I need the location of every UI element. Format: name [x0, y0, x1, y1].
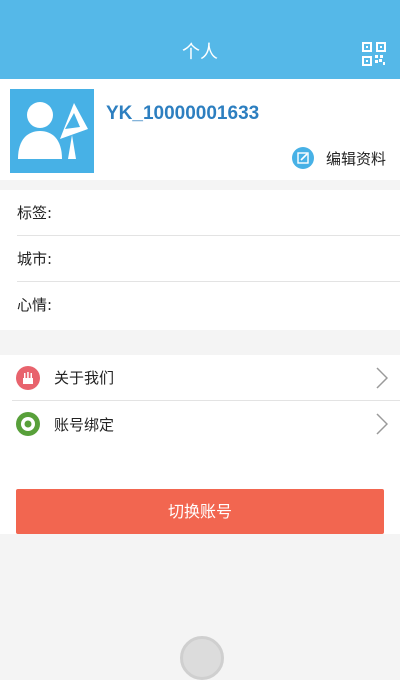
menu-label-account-binding: 账号绑定	[54, 415, 115, 434]
edit-profile-button[interactable]: 编辑资料	[292, 147, 386, 169]
about-icon	[16, 365, 40, 390]
username: YK_10000001633	[106, 103, 260, 124]
bind-icon	[16, 412, 40, 436]
menu-item-about[interactable]: 关于我们	[12, 355, 400, 401]
info-row-tags: 标签:	[17, 190, 400, 236]
menu-label-about: 关于我们	[54, 369, 115, 387]
edit-profile-label: 编辑资料	[326, 149, 387, 168]
page-title: 个人	[182, 42, 218, 63]
info-row-mood: 心情:	[17, 296, 53, 314]
menu-section: 关于我们 账号绑定 切换账号	[0, 355, 400, 534]
info-section: 标签: 城市: 心情:	[0, 190, 400, 330]
menu-item-account-binding[interactable]: 账号绑定	[12, 401, 400, 447]
floating-home-button[interactable]	[180, 636, 224, 680]
default-avatar-icon	[18, 102, 88, 159]
edit-icon	[292, 147, 314, 169]
switch-account-button[interactable]: 切换账号	[16, 489, 384, 534]
avatar[interactable]	[10, 89, 94, 173]
chevron-right-icon	[376, 367, 388, 389]
info-row-city: 城市:	[17, 236, 400, 282]
qr-code-icon[interactable]	[362, 42, 386, 66]
app-header: 个人	[0, 0, 400, 79]
chevron-right-icon	[376, 413, 388, 435]
profile-card: YK_10000001633 编辑资料	[0, 79, 400, 180]
